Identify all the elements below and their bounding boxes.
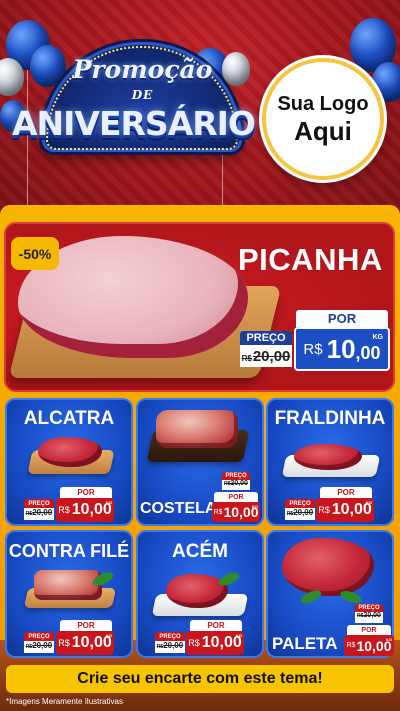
old-price-label: PREÇO bbox=[222, 472, 250, 480]
new-price: R$ 10,00 KG bbox=[344, 635, 394, 656]
store-logo-placeholder[interactable]: Sua Logo Aqui bbox=[262, 58, 384, 180]
costela-image bbox=[156, 410, 238, 448]
product-name: COSTELA bbox=[140, 500, 217, 517]
disclaimer-text: *Imagens Meramente Ilustrativas bbox=[6, 697, 123, 706]
promo-subtitle: ANIVERSÁRIO bbox=[12, 104, 256, 143]
new-price-currency: R$ bbox=[188, 638, 200, 648]
new-price-currency: R$ bbox=[58, 638, 70, 648]
por-label: POR bbox=[214, 492, 258, 502]
new-price: R$ 10,00 KG bbox=[56, 631, 114, 655]
new-price: R$ 10,00 KG bbox=[186, 631, 244, 655]
unit-label: KG bbox=[252, 504, 258, 509]
flyer-page: Promoção DE ANIVERSÁRIO Sua Logo Aqui -5… bbox=[0, 0, 400, 711]
unit-label: KG bbox=[106, 633, 112, 638]
por-label: POR bbox=[60, 487, 112, 498]
new-price: R$ 10,00 KG bbox=[316, 498, 374, 522]
contra-file-image bbox=[34, 570, 102, 600]
unit-label: KG bbox=[386, 637, 392, 642]
paleta-image bbox=[282, 538, 374, 596]
unit-label: KG bbox=[372, 334, 384, 341]
por-label: POR bbox=[190, 620, 242, 631]
old-price: R$ 20,00 bbox=[222, 480, 250, 490]
por-label: POR bbox=[60, 620, 112, 631]
new-price: R$ 10,00 KG bbox=[212, 502, 260, 522]
promo-title: Promoção bbox=[72, 55, 213, 84]
old-price: R$ 20,00 bbox=[355, 612, 383, 623]
old-price-label: PREÇO bbox=[285, 499, 315, 508]
promo-connector: DE bbox=[131, 88, 154, 102]
create-flyer-button[interactable]: Crie seu encarte com este tema! bbox=[6, 665, 394, 693]
old-price-value: 20,00 bbox=[252, 348, 291, 365]
por-label: POR bbox=[347, 625, 391, 635]
por-label: POR bbox=[296, 310, 388, 327]
product-name: PALETA bbox=[272, 634, 338, 653]
featured-product-name: PICANHA bbox=[238, 242, 383, 277]
product-name: ACÉM bbox=[172, 541, 228, 562]
new-price-currency: R$ bbox=[213, 508, 223, 516]
unit-label: KG bbox=[106, 500, 112, 505]
old-price: R$ 20,00 bbox=[24, 508, 54, 520]
old-price-value: 20,00 bbox=[32, 641, 53, 650]
fraldinha-image bbox=[294, 444, 362, 470]
old-price-label: PREÇO bbox=[240, 331, 292, 345]
new-price-currency: R$ bbox=[318, 505, 330, 515]
old-price-label: PREÇO bbox=[24, 632, 54, 641]
new-price-currency: R$ bbox=[346, 642, 356, 649]
old-price: R$ 20,00 bbox=[240, 345, 292, 367]
old-price-value: 20,00 bbox=[230, 480, 248, 487]
old-price-value: 20,00 bbox=[363, 612, 381, 619]
product-name: FRALDINHA bbox=[274, 408, 386, 429]
new-price-currency: R$ bbox=[303, 340, 323, 358]
old-price-value: 20,00 bbox=[293, 508, 314, 517]
old-price: R$ 20,00 bbox=[285, 508, 315, 520]
old-price-value: 20,00 bbox=[163, 641, 184, 650]
old-price-currency: R$ bbox=[241, 354, 252, 363]
product-name: CONTRA FILÉ bbox=[8, 541, 130, 561]
new-price-decimals: ,00 bbox=[355, 342, 381, 363]
old-price-label: PREÇO bbox=[155, 632, 185, 641]
old-price: R$ 20,00 bbox=[155, 641, 185, 653]
old-price-label: PREÇO bbox=[355, 604, 383, 612]
logo-text: Aqui bbox=[294, 116, 352, 146]
logo-text: Sua Logo bbox=[277, 93, 369, 115]
alcatra-image bbox=[38, 437, 102, 467]
new-price: R$ 10,00 KG bbox=[56, 498, 114, 522]
new-price: R$ 10 ,00 KG bbox=[294, 327, 390, 371]
old-price-value: 20,00 bbox=[32, 508, 53, 517]
old-price: R$ 20,00 bbox=[24, 641, 54, 653]
unit-label: KG bbox=[236, 633, 242, 638]
product-name: ALCATRA bbox=[23, 408, 115, 429]
discount-badge: -50% bbox=[11, 237, 59, 270]
por-label: POR bbox=[320, 487, 372, 498]
unit-label: KG bbox=[366, 500, 372, 505]
new-price-integer: 10 bbox=[326, 333, 356, 364]
old-price-label: PREÇO bbox=[24, 499, 54, 508]
new-price-currency: R$ bbox=[58, 505, 70, 515]
